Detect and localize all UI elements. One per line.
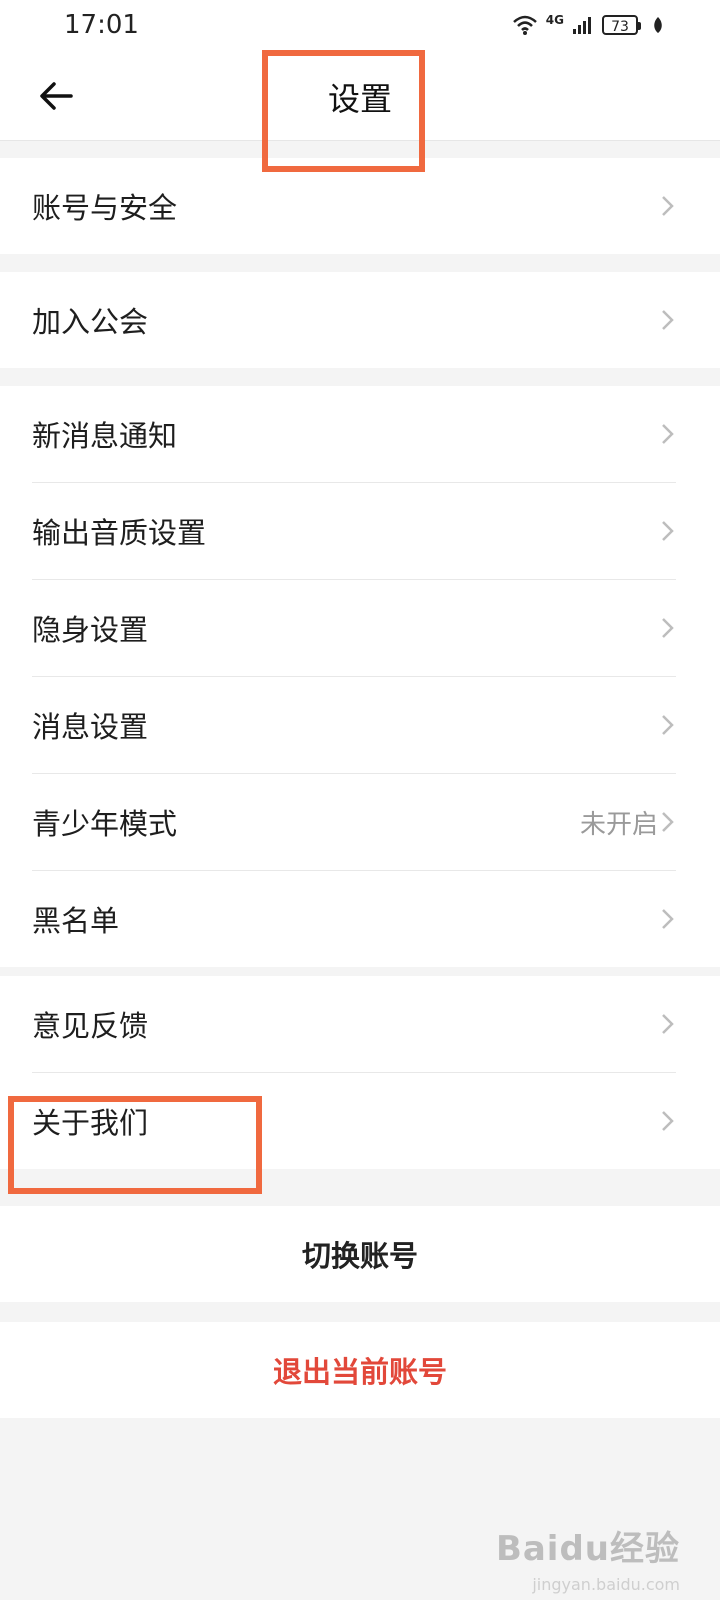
- settings-item-invisible[interactable]: 隐身设置: [0, 580, 720, 676]
- chevron-right-icon: [662, 310, 674, 330]
- highlight-box-about-us: [8, 1096, 262, 1194]
- network-label: 4G: [545, 13, 564, 27]
- switch-account-button[interactable]: 切换账号: [0, 1206, 720, 1302]
- settings-item-audio-quality[interactable]: 输出音质设置: [0, 483, 720, 579]
- watermark-logo: Baidu经验: [495, 1529, 680, 1569]
- chevron-right-icon: [662, 715, 674, 735]
- settings-item-label: 新消息通知: [32, 419, 178, 453]
- chevron-right-icon: [662, 1014, 674, 1034]
- chevron-right-icon: [662, 424, 674, 444]
- settings-group-account: 账号与安全: [0, 158, 720, 254]
- settings-item-message-settings[interactable]: 消息设置: [0, 677, 720, 773]
- settings-item-label: 黑名单: [32, 904, 120, 938]
- settings-item-label: 青少年模式: [32, 807, 178, 841]
- settings-item-label: 意见反馈: [32, 1009, 149, 1043]
- logout-button[interactable]: 退出当前账号: [0, 1322, 720, 1418]
- chevron-right-icon: [662, 812, 674, 832]
- signal-icon: [573, 17, 591, 34]
- chevron-right-icon: [662, 521, 674, 541]
- settings-item-label: 加入公会: [32, 305, 149, 339]
- chevron-right-icon: [662, 196, 674, 216]
- settings-item-label: 输出音质设置: [32, 516, 207, 550]
- settings-item-account-security[interactable]: 账号与安全: [0, 158, 720, 254]
- teen-mode-status: 未开启: [579, 809, 658, 840]
- status-icons: 4G 73: [512, 12, 664, 38]
- settings-group-guild: 加入公会: [0, 272, 720, 368]
- settings-item-teen-mode[interactable]: 青少年模式 未开启: [0, 774, 720, 870]
- watermark-url: jingyan.baidu.com: [532, 1575, 680, 1594]
- settings-item-blacklist[interactable]: 黑名单: [0, 871, 720, 967]
- battery-icon: 73: [602, 15, 641, 35]
- chevron-right-icon: [662, 1111, 674, 1131]
- settings-item-label: 账号与安全: [32, 191, 178, 225]
- chevron-right-icon: [662, 909, 674, 929]
- highlight-box-title: [262, 50, 425, 172]
- chevron-right-icon: [662, 618, 674, 638]
- status-bar: 17:01 4G 73: [0, 0, 720, 50]
- leaf-icon: [654, 17, 662, 33]
- settings-item-feedback[interactable]: 意见反馈: [0, 976, 720, 1072]
- wifi-icon: [512, 15, 537, 35]
- settings-item-new-message-notify[interactable]: 新消息通知: [0, 386, 720, 482]
- status-time: 17:01: [64, 10, 139, 40]
- settings-item-join-guild[interactable]: 加入公会: [0, 272, 720, 368]
- settings-group-general: 新消息通知 输出音质设置 隐身设置 消息设置 青少年模式 未开启 黑名单: [0, 386, 720, 967]
- settings-item-label: 消息设置: [32, 710, 149, 744]
- settings-item-label: 隐身设置: [32, 613, 149, 647]
